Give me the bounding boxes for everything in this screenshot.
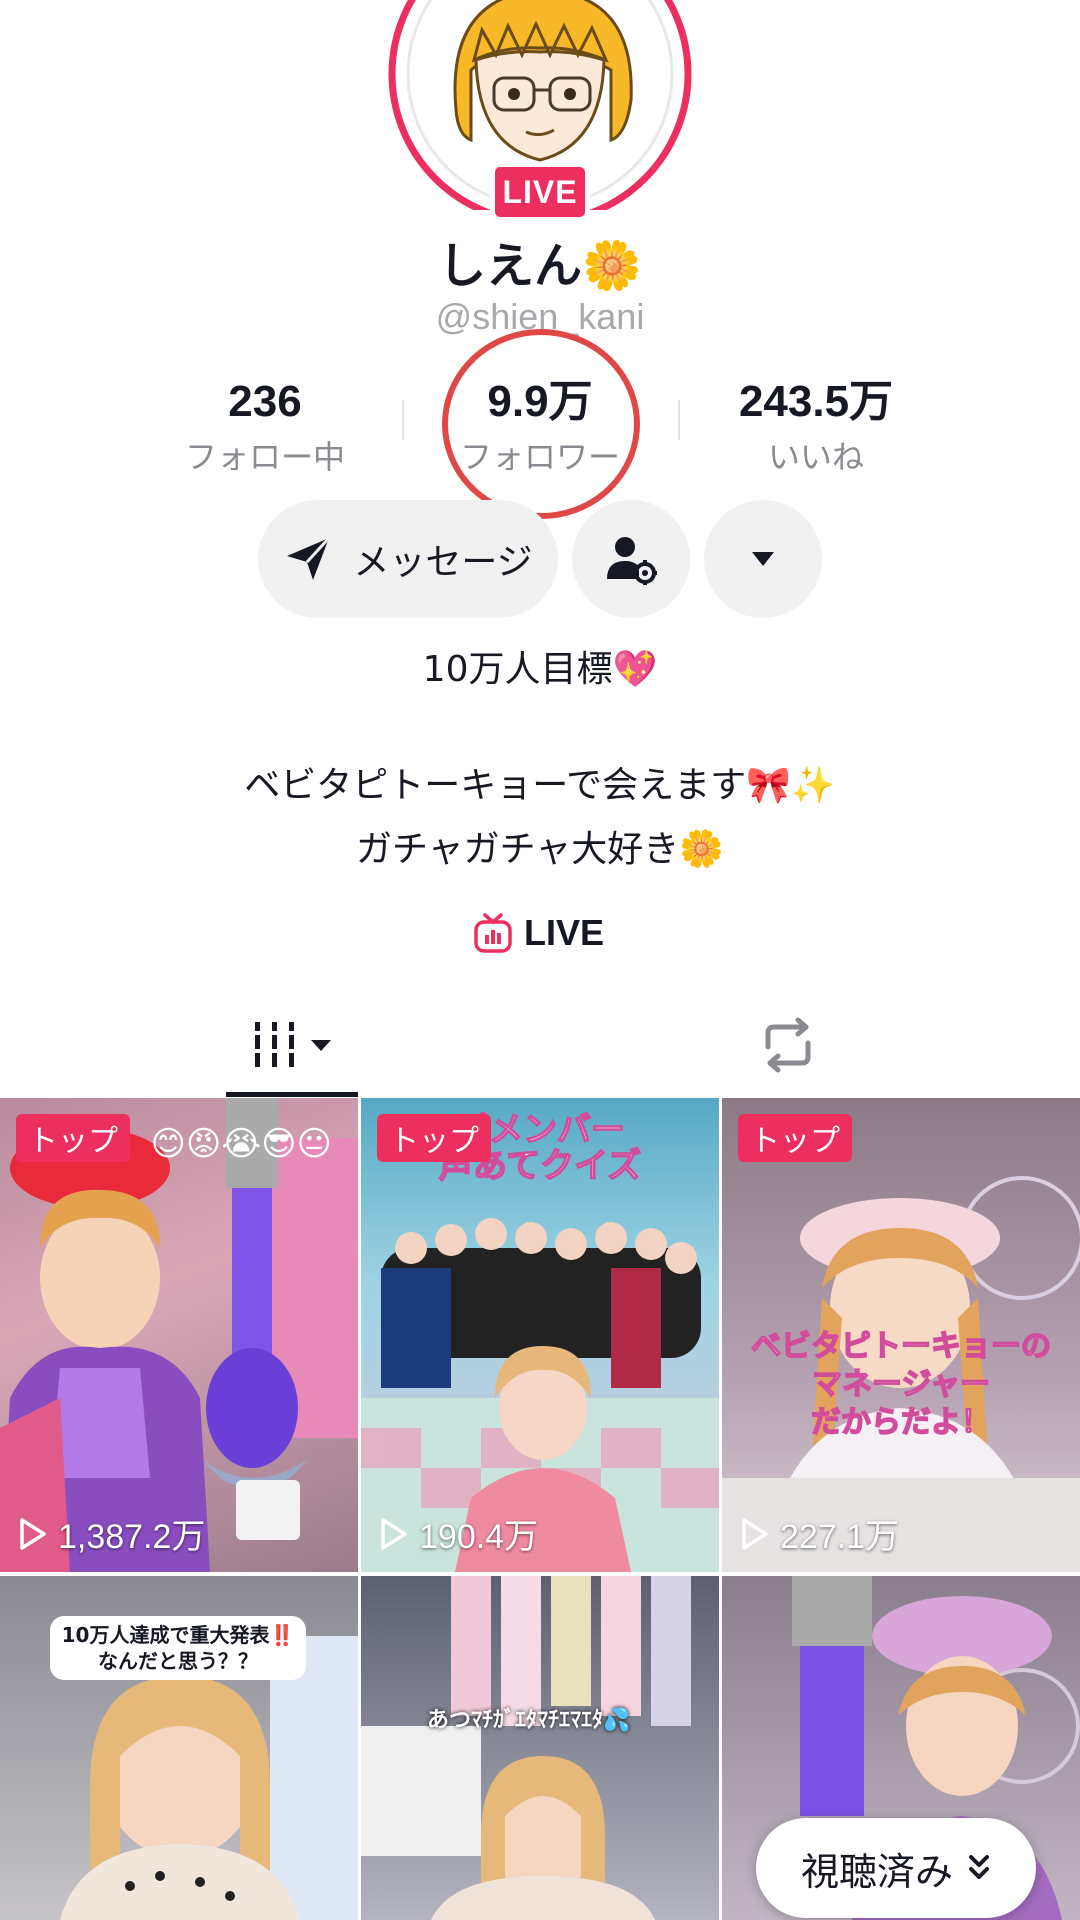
- play-icon: [20, 1517, 46, 1550]
- video-tile[interactable]: 😊😡😭😎😐 トップ 1,387.2万: [0, 1098, 358, 1572]
- live-tv-icon: [474, 913, 512, 953]
- video-caption-bubble: 10万人達成で重大発表‼️ なんだと思う？？: [50, 1616, 306, 1680]
- top-badge: トップ: [738, 1114, 852, 1162]
- view-count-value: 227.1万: [780, 1518, 900, 1556]
- play-icon: [742, 1517, 768, 1550]
- caret-down-icon: [752, 552, 774, 566]
- view-count-value: 1,387.2万: [58, 1518, 206, 1556]
- double-chevron-down-icon: [969, 1855, 989, 1879]
- bio-line: ガチャガチャ大好き🌼: [355, 829, 725, 870]
- stat-likes-label: いいね: [767, 438, 864, 476]
- person-settings-button[interactable]: [572, 500, 690, 618]
- send-icon: [287, 536, 331, 580]
- person-settings-icon: [607, 537, 657, 585]
- view-count: 190.4万: [379, 1509, 538, 1558]
- top-badge: トップ: [16, 1114, 130, 1162]
- bio-line: ベビタピトーキョーで会えます🎀✨: [244, 765, 836, 806]
- video-tile[interactable]: あつﾏﾁｶﾞｴﾀﾏﾁｴﾏｴﾀ💦: [361, 1576, 719, 1920]
- stat-divider: [402, 400, 404, 440]
- video-tile[interactable]: ベビタピトーキョーの マネージャー だからだよ！ トップ 227.1万: [722, 1098, 1080, 1572]
- message-button-label: メッセージ: [353, 542, 533, 583]
- live-link-label: LIVE: [524, 912, 605, 953]
- watched-filter-label: 視聴済み: [800, 1849, 953, 1894]
- live-badge[interactable]: LIVE: [490, 162, 590, 222]
- stat-likes-value: 243.5万: [738, 377, 894, 426]
- stat-divider: [678, 400, 680, 440]
- video-thumbnail: [361, 1576, 691, 1920]
- video-tile[interactable]: ピメンバー 声あてクイズ トップ 190.4万: [361, 1098, 719, 1572]
- stat-likes[interactable]: 243.5万 いいね: [686, 374, 946, 478]
- video-thumbnail: [0, 1098, 358, 1572]
- play-icon: [381, 1517, 407, 1550]
- view-count: 1,387.2万: [18, 1509, 205, 1558]
- stat-following[interactable]: 236 フォロー中: [135, 374, 395, 478]
- view-count-value: 190.4万: [419, 1518, 539, 1556]
- video-tile[interactable]: 10万人達成で重大発表‼️ なんだと思う？？: [0, 1576, 358, 1920]
- tab-reposts[interactable]: [748, 1010, 828, 1080]
- message-button[interactable]: メッセージ: [258, 500, 558, 618]
- stat-following-label: フォロー中: [184, 438, 345, 476]
- tab-active-indicator: [226, 1092, 358, 1097]
- watched-filter-button[interactable]: 視聴済み: [756, 1818, 1036, 1918]
- video-title-overlay: ベビタピトーキョーの マネージャー だからだよ！: [750, 1328, 1052, 1441]
- annotation-circle: [442, 329, 640, 519]
- display-name: しえん🌼: [438, 238, 642, 294]
- tab-videos[interactable]: [226, 1010, 358, 1080]
- top-badge: トップ: [377, 1114, 491, 1162]
- repost-icon: [765, 1017, 811, 1073]
- bio-goal: 10万人目標💖: [422, 649, 658, 690]
- stat-following-value: 236: [228, 377, 302, 426]
- view-count: 227.1万: [740, 1509, 899, 1558]
- grid-icon: [255, 1022, 331, 1067]
- video-caption: あつﾏﾁｶﾞｴﾀﾏﾁｴﾏｴﾀ💦: [427, 1708, 631, 1733]
- more-options-button[interactable]: [704, 500, 822, 618]
- live-link[interactable]: LIVE: [474, 908, 604, 958]
